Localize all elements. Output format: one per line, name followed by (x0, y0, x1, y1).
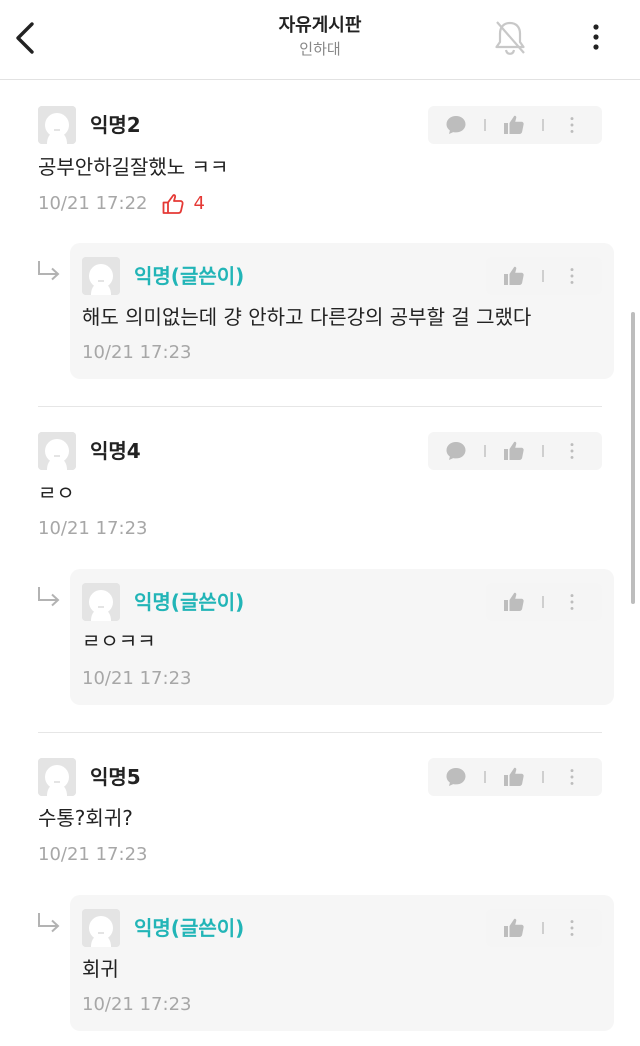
thumbs-up-outline-icon (163, 194, 185, 214)
like-button[interactable] (494, 257, 534, 295)
like-count: 4 (161, 191, 205, 217)
thumbs-up-icon (502, 590, 526, 614)
more-vertical-icon (593, 24, 599, 50)
comment-author: 익명2 (90, 113, 141, 137)
reply-arrow-icon (36, 910, 62, 936)
notification-toggle-button[interactable] (488, 16, 532, 60)
action-divider (542, 596, 544, 608)
comment-time: 10/21 17:23 (38, 844, 148, 865)
reply-time: 10/21 17:23 (82, 342, 192, 363)
comment-divider (38, 732, 602, 733)
comment-time: 10/21 17:22 (38, 193, 148, 214)
comment-time: 10/21 17:23 (38, 518, 148, 539)
comment-divider (38, 406, 602, 407)
more-vertical-icon (561, 114, 583, 136)
reply-button[interactable] (436, 432, 476, 470)
comment-actions (428, 106, 602, 144)
action-divider (542, 771, 544, 783)
comment-meta: 10/21 17:22 4 (38, 191, 205, 217)
thumbs-up-icon (502, 113, 526, 137)
reply-arrow-icon (36, 258, 62, 284)
comment-more-button[interactable] (552, 758, 592, 796)
comment-more-button[interactable] (552, 106, 592, 144)
comment-more-button[interactable] (552, 432, 592, 470)
comment-text: 수통?회귀? (38, 806, 133, 830)
avatar (38, 758, 76, 796)
thumbs-up-icon (502, 439, 526, 463)
page-subtitle: 인하대 (299, 40, 341, 58)
reply-author: 익명(글쓴이) (134, 590, 245, 614)
reply-text: 해도 의미없는데 걍 안하고 다른강의 공부할 걸 그랬다 (82, 305, 532, 329)
like-count-value: 4 (193, 193, 205, 214)
page-title: 자유게시판 (278, 15, 362, 36)
reply-more-button[interactable] (552, 583, 592, 621)
comment-text: 공부안하길잘했노 ㅋㅋ (38, 155, 229, 179)
avatar (38, 106, 76, 144)
reply-more-button[interactable] (552, 909, 592, 947)
comment-text: ㄹㅇ (38, 481, 75, 505)
scrollbar[interactable] (631, 312, 635, 604)
reply: 익명(글쓴이) ㄹㅇㅋㅋ 10/21 17:23 (70, 569, 614, 705)
avatar (82, 583, 120, 621)
avatar (82, 257, 120, 295)
reply-button[interactable] (436, 758, 476, 796)
comment-actions (428, 432, 602, 470)
comment: 익명2 공부안하길잘했노 ㅋㅋ 10/21 17:22 4 (38, 106, 602, 218)
thumbs-up-icon (502, 264, 526, 288)
chat-bubble-icon (444, 439, 468, 463)
more-vertical-icon (561, 917, 583, 939)
action-divider (542, 922, 544, 934)
back-arrow-icon (16, 22, 34, 54)
like-button[interactable] (494, 583, 534, 621)
more-vertical-icon (561, 591, 583, 613)
more-menu-button[interactable] (582, 20, 610, 56)
action-divider (484, 119, 486, 131)
thumbs-up-icon (502, 765, 526, 789)
thumbs-up-icon (502, 916, 526, 940)
comment-author: 익명4 (90, 439, 141, 463)
action-divider (484, 771, 486, 783)
header-titles: 자유게시판 인하대 (0, 14, 640, 60)
reply-actions (486, 583, 602, 621)
chat-bubble-icon (444, 765, 468, 789)
reply-more-button[interactable] (552, 257, 592, 295)
action-divider (484, 445, 486, 457)
reply-text: ㄹㅇㅋㅋ (82, 629, 156, 653)
chat-bubble-icon (444, 113, 468, 137)
action-divider (542, 119, 544, 131)
comment-author: 익명5 (90, 765, 141, 789)
like-button[interactable] (494, 909, 534, 947)
reply: 익명(글쓴이) 회귀 10/21 17:23 (70, 895, 614, 1031)
reply-text: 회귀 (82, 957, 119, 981)
reply-actions (486, 909, 602, 947)
action-divider (542, 270, 544, 282)
reply: 익명(글쓴이) 해도 의미없는데 걍 안하고 다른강의 공부할 걸 그랬다 10… (70, 243, 614, 379)
reply-time: 10/21 17:23 (82, 668, 192, 689)
action-divider (542, 445, 544, 457)
app-header: 자유게시판 인하대 (0, 0, 640, 80)
like-button[interactable] (494, 106, 534, 144)
comment: 익명4 ㄹㅇ 10/21 17:23 (38, 432, 602, 544)
more-vertical-icon (561, 265, 583, 287)
reply-author: 익명(글쓴이) (134, 264, 245, 288)
reply-arrow-icon (36, 584, 62, 610)
reply-button[interactable] (436, 106, 476, 144)
avatar (82, 909, 120, 947)
reply-author: 익명(글쓴이) (134, 916, 245, 940)
reply-time: 10/21 17:23 (82, 994, 192, 1015)
bell-off-icon (495, 21, 525, 55)
reply-actions (486, 257, 602, 295)
like-button[interactable] (494, 432, 534, 470)
avatar (38, 432, 76, 470)
comment: 익명5 수통?회귀? 10/21 17:23 (38, 758, 602, 870)
like-button[interactable] (494, 758, 534, 796)
more-vertical-icon (561, 440, 583, 462)
back-button[interactable] (8, 16, 42, 60)
comment-actions (428, 758, 602, 796)
more-vertical-icon (561, 766, 583, 788)
